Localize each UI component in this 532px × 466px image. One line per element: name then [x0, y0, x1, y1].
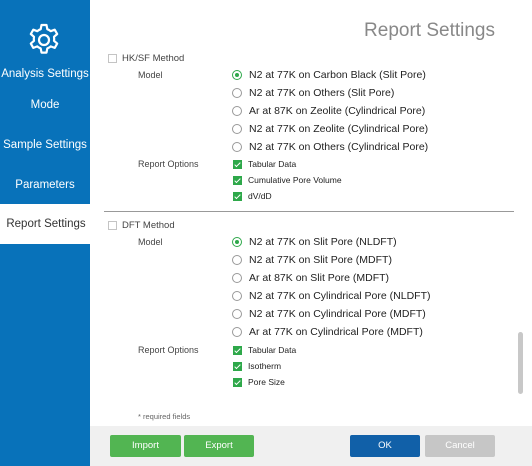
gear-icon	[29, 23, 59, 54]
cancel-button[interactable]: Cancel	[425, 435, 495, 457]
dft-report-option-label: Tabular Data	[248, 345, 297, 355]
hksf-report-option[interactable]: Cumulative Pore Volume	[233, 175, 342, 185]
hksf-report-option-label: Tabular Data	[248, 159, 297, 169]
hksf-method-toggle[interactable]: HK/SF Method	[108, 53, 184, 64]
radio-icon[interactable]	[232, 106, 242, 116]
radio-icon[interactable]	[232, 88, 242, 98]
scrollbar-thumb[interactable]	[518, 332, 523, 394]
hksf-model-option-label: N2 at 77K on Carbon Black (Slit Pore)	[249, 69, 426, 81]
dft-report-option-label: Isotherm	[248, 361, 282, 371]
sidebar-item-parameters[interactable]: Parameters	[0, 177, 90, 193]
dft-model-option-label: Ar at 87K on Slit Pore (MDFT)	[249, 272, 390, 284]
hksf-report-option[interactable]: Tabular Data	[233, 159, 296, 169]
hksf-model-label: Model	[138, 70, 163, 80]
sidebar-item-analysis-settings[interactable]: Analysis Settings	[0, 66, 90, 82]
radio-icon[interactable]	[232, 273, 242, 283]
export-button[interactable]: Export	[184, 435, 254, 457]
dft-model-option[interactable]: N2 at 77K on Slit Pore (NLDFT)	[232, 236, 397, 248]
checkbox-checked-icon[interactable]	[233, 377, 242, 387]
dft-model-option[interactable]: Ar at 87K on Slit Pore (MDFT)	[232, 272, 389, 284]
ok-button[interactable]: OK	[350, 435, 420, 457]
radio-selected-icon[interactable]	[232, 237, 242, 247]
radio-selected-icon[interactable]	[232, 70, 242, 80]
radio-icon[interactable]	[232, 142, 242, 152]
dft-method-toggle[interactable]: DFT Method	[108, 220, 175, 231]
hksf-model-option[interactable]: Ar at 87K on Zeolite (Cylindrical Pore)	[232, 105, 425, 117]
checkbox-checked-icon[interactable]	[233, 159, 242, 169]
required-fields-note: * required fields	[138, 412, 191, 421]
hksf-method-checkbox[interactable]	[108, 54, 117, 63]
dft-model-option-label: N2 at 77K on Cylindrical Pore (MDFT)	[249, 308, 426, 320]
hksf-model-option-label: Ar at 87K on Zeolite (Cylindrical Pore)	[249, 105, 426, 117]
radio-icon[interactable]	[232, 291, 242, 301]
dft-model-option-label: Ar at 77K on Cylindrical Pore (MDFT)	[249, 326, 423, 338]
section-divider	[104, 211, 514, 212]
hksf-model-option-label: N2 at 77K on Others (Slit Pore)	[249, 87, 395, 99]
radio-icon[interactable]	[232, 255, 242, 265]
sidebar-item-report-settings[interactable]: Report Settings	[0, 204, 92, 244]
dft-model-option-label: N2 at 77K on Cylindrical Pore (NLDFT)	[249, 290, 431, 302]
checkbox-checked-icon[interactable]	[233, 361, 242, 371]
hksf-model-option[interactable]: N2 at 77K on Others (Slit Pore)	[232, 87, 394, 99]
sidebar-item-mode[interactable]: Mode	[0, 97, 90, 113]
dft-model-option[interactable]: Ar at 77K on Cylindrical Pore (MDFT)	[232, 326, 423, 338]
radio-icon[interactable]	[232, 124, 242, 134]
sidebar: Analysis Settings Mode Sample Settings P…	[0, 0, 92, 466]
dft-report-option[interactable]: Tabular Data	[233, 345, 296, 355]
hksf-report-option-label: dV/dD	[248, 191, 272, 201]
dft-method-label: DFT Method	[122, 220, 175, 231]
hksf-method-label: HK/SF Method	[122, 53, 185, 64]
sidebar-item-sample-settings[interactable]: Sample Settings	[0, 137, 90, 153]
hksf-model-option-label: N2 at 77K on Others (Cylindrical Pore)	[249, 141, 429, 153]
import-button[interactable]: Import	[110, 435, 181, 457]
report-settings-window: Analysis Settings Mode Sample Settings P…	[0, 0, 532, 466]
settings-panel: HK/SF Method Model N2 at 77K on Carbon B…	[104, 48, 514, 428]
checkbox-checked-icon[interactable]	[233, 175, 242, 185]
dft-model-option[interactable]: N2 at 77K on Slit Pore (MDFT)	[232, 254, 392, 266]
page-title: Report Settings	[364, 20, 495, 41]
dft-model-option[interactable]: N2 at 77K on Cylindrical Pore (NLDFT)	[232, 290, 430, 302]
dft-model-label: Model	[138, 237, 163, 247]
dft-method-checkbox[interactable]	[108, 221, 117, 230]
hksf-model-option-label: N2 at 77K on Zeolite (Cylindrical Pore)	[249, 123, 429, 135]
hksf-report-option[interactable]: dV/dD	[233, 191, 272, 201]
checkbox-checked-icon[interactable]	[233, 345, 242, 355]
hksf-model-option[interactable]: N2 at 77K on Carbon Black (Slit Pore)	[232, 69, 426, 81]
dft-report-option[interactable]: Isotherm	[233, 361, 281, 371]
hksf-model-option[interactable]: N2 at 77K on Zeolite (Cylindrical Pore)	[232, 123, 428, 135]
dft-report-option-label: Pore Size	[248, 377, 285, 387]
checkbox-checked-icon[interactable]	[233, 191, 242, 201]
radio-icon[interactable]	[232, 309, 242, 319]
dft-report-option[interactable]: Pore Size	[233, 377, 285, 387]
dft-model-option-label: N2 at 77K on Slit Pore (NLDFT)	[249, 236, 397, 248]
dft-model-option[interactable]: N2 at 77K on Cylindrical Pore (MDFT)	[232, 308, 426, 320]
dft-model-option-label: N2 at 77K on Slit Pore (MDFT)	[249, 254, 392, 266]
dft-report-options-label: Report Options	[138, 345, 199, 355]
radio-icon[interactable]	[232, 327, 242, 337]
hksf-report-options-label: Report Options	[138, 159, 199, 169]
hksf-report-option-label: Cumulative Pore Volume	[248, 175, 342, 185]
hksf-model-option[interactable]: N2 at 77K on Others (Cylindrical Pore)	[232, 141, 428, 153]
